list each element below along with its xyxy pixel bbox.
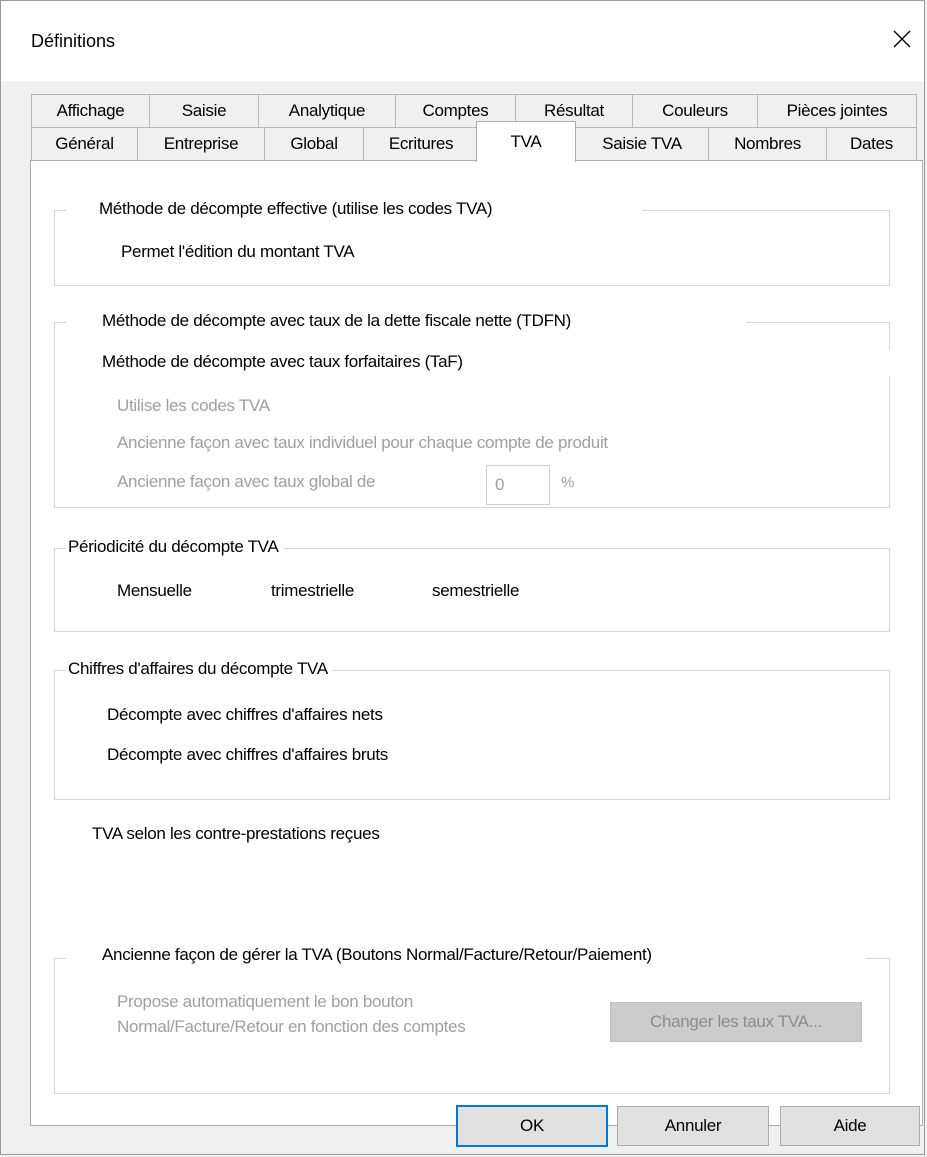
cancel-button[interactable]: Annuler [617,1106,769,1146]
auto-button-label-line1: Propose automatiquement le bon bouton [117,992,414,1011]
tab-dates[interactable]: Dates [826,127,917,160]
tab-saisie[interactable]: Saisie [149,94,259,127]
tab-saisie-tva[interactable]: Saisie TVA [575,127,709,160]
change-rates-button[interactable]: Changer les taux TVA... [610,1002,862,1042]
option-individual-label: Ancienne façon avec taux individuel pour… [117,433,608,452]
ok-button[interactable]: OK [456,1105,608,1147]
counter-performance-label: TVA selon les contre-prestations reçues [92,824,380,843]
tab-ecritures[interactable]: Ecritures [363,127,479,160]
tab-affichage[interactable]: Affichage [31,94,150,127]
effective-method-label: Méthode de décompte effective (utilise l… [99,199,493,218]
option-codes-label: Utilise les codes TVA [117,396,270,415]
close-icon [893,30,911,48]
tab-global[interactable]: Global [264,127,364,160]
edit-amount-label: Permet l'édition du montant TVA [121,242,355,261]
tab-nombres[interactable]: Nombres [708,127,827,160]
tab-pieces-jointes[interactable]: Pièces jointes [757,94,917,127]
gross-turnover-label: Décompte avec chiffres d'affaires bruts [107,745,389,764]
semestrielle-label: semestrielle [432,581,520,600]
title-bar: Définitions [1,1,924,81]
legacy-label: Ancienne façon de gérer la TVA (Boutons … [102,945,652,964]
window-title: Définitions [31,31,116,51]
global-rate-input[interactable]: 0 [486,465,550,505]
tab-tva[interactable]: TVA [476,121,576,162]
option-global-label: Ancienne façon avec taux global de [117,472,376,491]
mensuelle-label: Mensuelle [117,581,192,600]
turnover-legend: Chiffres d'affaires du décompte TVA [66,659,332,679]
turnover-group [54,670,890,800]
tdfn-label: Méthode de décompte avec taux de la dett… [102,311,571,330]
tab-entreprise[interactable]: Entreprise [137,127,265,160]
taf-label: Méthode de décompte avec taux forfaitair… [102,352,463,371]
tab-couleurs[interactable]: Couleurs [632,94,758,127]
tab-general[interactable]: Général [31,127,138,160]
net-turnover-label: Décompte avec chiffres d'affaires nets [107,705,383,724]
tab-analytique[interactable]: Analytique [258,94,396,127]
trimestrielle-label: trimestrielle [271,581,355,600]
close-button[interactable] [880,17,924,61]
percent-sign: % [561,474,575,491]
auto-button-label-line2: Normal/Facture/Retour en fonction des co… [117,1017,466,1036]
periodicity-legend: Périodicité du décompte TVA [66,537,283,557]
help-button[interactable]: Aide [780,1106,920,1146]
